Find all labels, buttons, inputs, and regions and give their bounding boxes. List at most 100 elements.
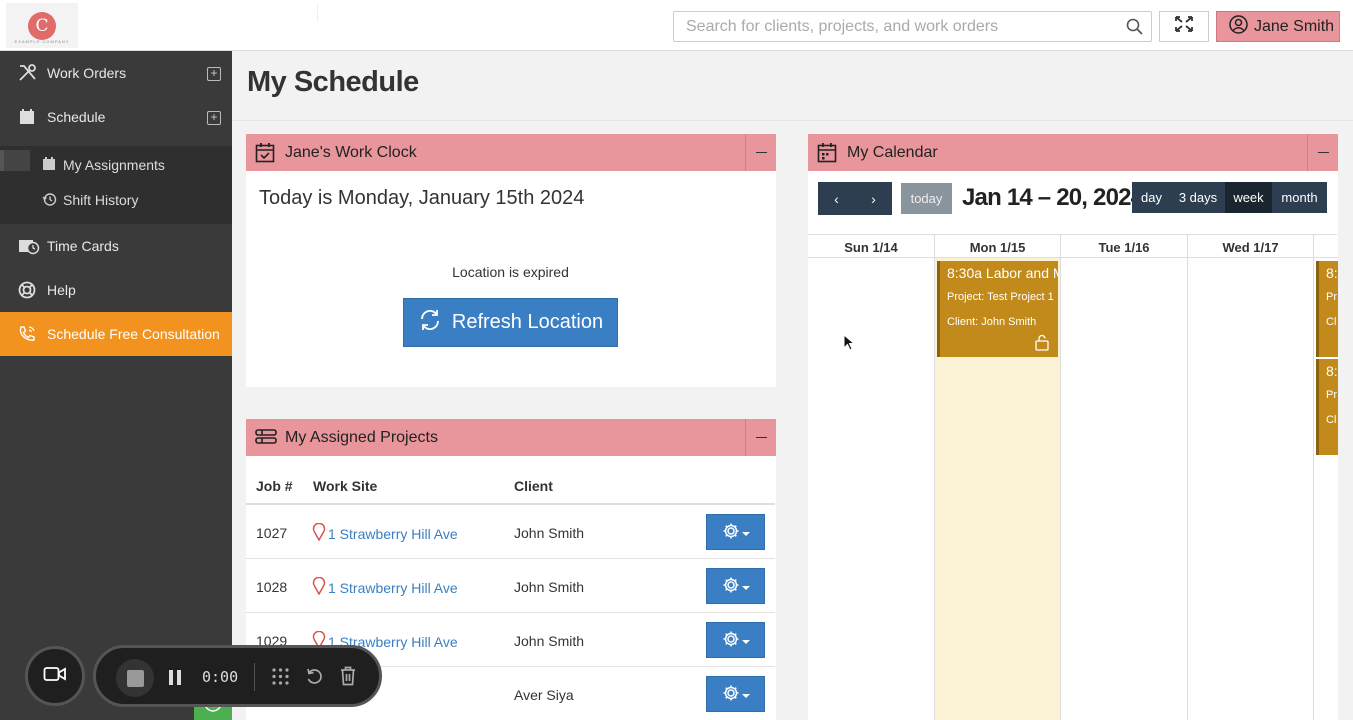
day-column[interactable] <box>1061 258 1188 720</box>
expand-plus-icon[interactable]: + <box>207 111 221 125</box>
gear-icon <box>722 684 740 705</box>
row-actions-button[interactable] <box>706 622 765 658</box>
calendar-event[interactable]: 8:30a Labor and M Project: Test Project … <box>937 261 1058 357</box>
calendar-event[interactable]: 8: Pr Cl <box>1316 261 1338 357</box>
stop-recording-button[interactable] <box>116 659 154 697</box>
panel-header: Jane's Work Clock <box>246 134 776 171</box>
day-header[interactable]: Tue 1/16 <box>1061 235 1188 258</box>
sidebar: Work Orders + Schedule + My Assignments … <box>0 51 232 720</box>
day-header[interactable] <box>1314 235 1338 258</box>
panel-header: My Assigned Projects <box>246 419 776 456</box>
calendar-event[interactable]: 8: Pr Cl <box>1316 359 1338 455</box>
help-icon <box>18 281 38 299</box>
logo-caption: EXAMPLE COMPANY <box>14 39 70 44</box>
day-header[interactable]: Mon 1/15 <box>935 235 1061 258</box>
day-column[interactable] <box>808 258 935 720</box>
sidebar-item-label: My Assignments <box>63 157 165 173</box>
page-title: My Schedule <box>247 66 419 98</box>
pause-button[interactable] <box>168 669 182 691</box>
job-number: 1027 <box>256 525 288 541</box>
row-actions-button[interactable] <box>706 514 765 550</box>
calendar-check-icon <box>255 142 275 163</box>
restart-icon[interactable] <box>305 667 324 691</box>
camera-toggle-button[interactable] <box>25 646 85 706</box>
day-header[interactable]: Wed 1/17 <box>1188 235 1314 258</box>
calendar-nav: ‹ › <box>818 182 892 215</box>
sidebar-item-free-consultation[interactable]: Schedule Free Consultation <box>0 312 232 356</box>
sidebar-item-label: Shift History <box>63 192 139 208</box>
map-pin-icon <box>312 522 326 544</box>
company-logo[interactable]: C EXAMPLE COMPANY <box>6 3 78 48</box>
view-3days-button[interactable]: 3 days <box>1171 182 1225 213</box>
caret-down-icon <box>741 578 750 594</box>
calendar-icon <box>42 157 56 171</box>
sidebar-item-help[interactable]: Help <box>0 268 232 312</box>
search-icon[interactable] <box>1126 18 1143 40</box>
mouse-cursor-icon <box>843 333 856 356</box>
lock-icon <box>1034 334 1050 356</box>
event-project: Pr <box>1326 389 1337 401</box>
minimize-button[interactable] <box>745 419 776 456</box>
user-menu-button[interactable]: Jane Smith <box>1216 11 1340 42</box>
column-header-work-site[interactable]: Work Site <box>313 478 377 494</box>
caret-down-icon <box>741 632 750 648</box>
minimize-button[interactable] <box>1307 134 1338 171</box>
sidebar-item-my-assignments[interactable]: My Assignments <box>0 149 232 181</box>
divider <box>232 120 1353 121</box>
work-clock-panel: Jane's Work Clock Today is Monday, Janua… <box>246 134 776 387</box>
row-actions-button[interactable] <box>706 568 765 604</box>
sidebar-item-time-cards[interactable]: Time Cards <box>0 224 232 268</box>
search-input[interactable] <box>674 12 1114 41</box>
refresh-icon <box>418 308 442 338</box>
event-project: Project: Test Project 1 <box>947 291 1054 303</box>
search-box[interactable] <box>673 11 1152 42</box>
prev-week-button[interactable]: ‹ <box>818 182 855 215</box>
work-site-link[interactable]: 1 Strawberry Hill Ave <box>312 522 458 544</box>
column-header-job[interactable]: Job # <box>256 478 293 494</box>
today-button[interactable]: today <box>901 183 952 214</box>
trash-icon[interactable] <box>339 666 357 691</box>
gear-icon <box>722 576 740 597</box>
panel-title: My Assigned Projects <box>285 428 438 446</box>
sidebar-item-shift-history[interactable]: Shift History <box>0 184 232 216</box>
drag-handle-icon[interactable] <box>271 667 290 691</box>
sidebar-item-work-orders[interactable]: Work Orders + <box>0 51 232 95</box>
table-header: Job # Work Site Client <box>246 466 775 505</box>
calendar-icon <box>817 142 837 163</box>
view-week-button[interactable]: week <box>1225 182 1272 213</box>
panel-title: Jane's Work Clock <box>285 143 417 161</box>
gear-icon <box>722 522 740 543</box>
client-name: John Smith <box>514 633 585 649</box>
gear-icon <box>722 630 740 651</box>
day-column-today[interactable]: 8:30a Labor and M Project: Test Project … <box>935 258 1061 720</box>
event-client: Cl <box>1326 316 1337 328</box>
event-project: Pr <box>1326 291 1337 303</box>
minus-icon <box>755 151 767 154</box>
column-header-client[interactable]: Client <box>514 478 553 494</box>
top-bar: C EXAMPLE COMPANY Jane Smith <box>0 0 1353 51</box>
sidebar-item-label: Schedule <box>47 109 106 125</box>
expand-plus-icon[interactable]: + <box>207 67 221 81</box>
day-column[interactable]: 8: Pr Cl 8: Pr Cl <box>1314 258 1338 720</box>
day-header[interactable]: Sun 1/14 <box>808 235 935 258</box>
view-month-button[interactable]: month <box>1272 182 1327 213</box>
sidebar-item-label: Time Cards <box>47 238 119 254</box>
map-pin-icon <box>312 576 326 598</box>
sidebar-item-label: Help <box>47 282 76 298</box>
stop-icon <box>126 669 144 687</box>
refresh-location-button[interactable]: Refresh Location <box>403 298 618 347</box>
caret-down-icon <box>741 524 750 540</box>
next-week-button[interactable]: › <box>855 182 892 215</box>
work-site-link[interactable]: 1 Strawberry Hill Ave <box>312 576 458 598</box>
sidebar-item-schedule[interactable]: Schedule + <box>0 95 232 139</box>
fullscreen-button[interactable] <box>1159 11 1209 42</box>
minimize-button[interactable] <box>745 134 776 171</box>
recording-timer: 0:00 <box>202 668 239 686</box>
day-column[interactable] <box>1188 258 1314 720</box>
projects-list-icon <box>255 427 277 447</box>
minus-icon <box>755 436 767 439</box>
event-client: Cl <box>1326 414 1337 426</box>
view-day-button[interactable]: day <box>1132 182 1171 213</box>
refresh-label: Refresh Location <box>451 311 604 333</box>
row-actions-button[interactable] <box>706 676 765 712</box>
